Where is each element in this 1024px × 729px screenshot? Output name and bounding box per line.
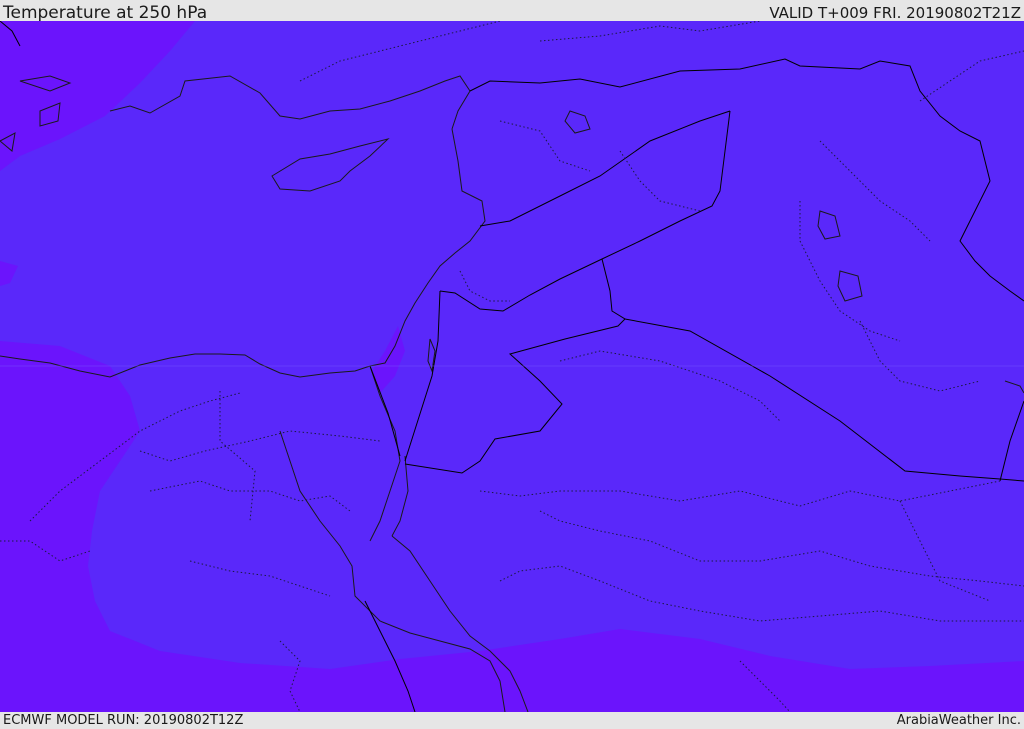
credit-label: ArabiaWeather Inc.	[896, 713, 1021, 728]
header-bar: Temperature at 250 hPa VALID T+009 FRI. …	[0, 0, 1024, 23]
model-run-label: ECMWF MODEL RUN: 20190802T12Z	[3, 713, 244, 728]
map-svg[interactable]	[0, 21, 1024, 712]
map-panel[interactable]	[0, 21, 1024, 712]
footer-bar: ECMWF MODEL RUN: 20190802T12Z ArabiaWeat…	[0, 712, 1024, 729]
